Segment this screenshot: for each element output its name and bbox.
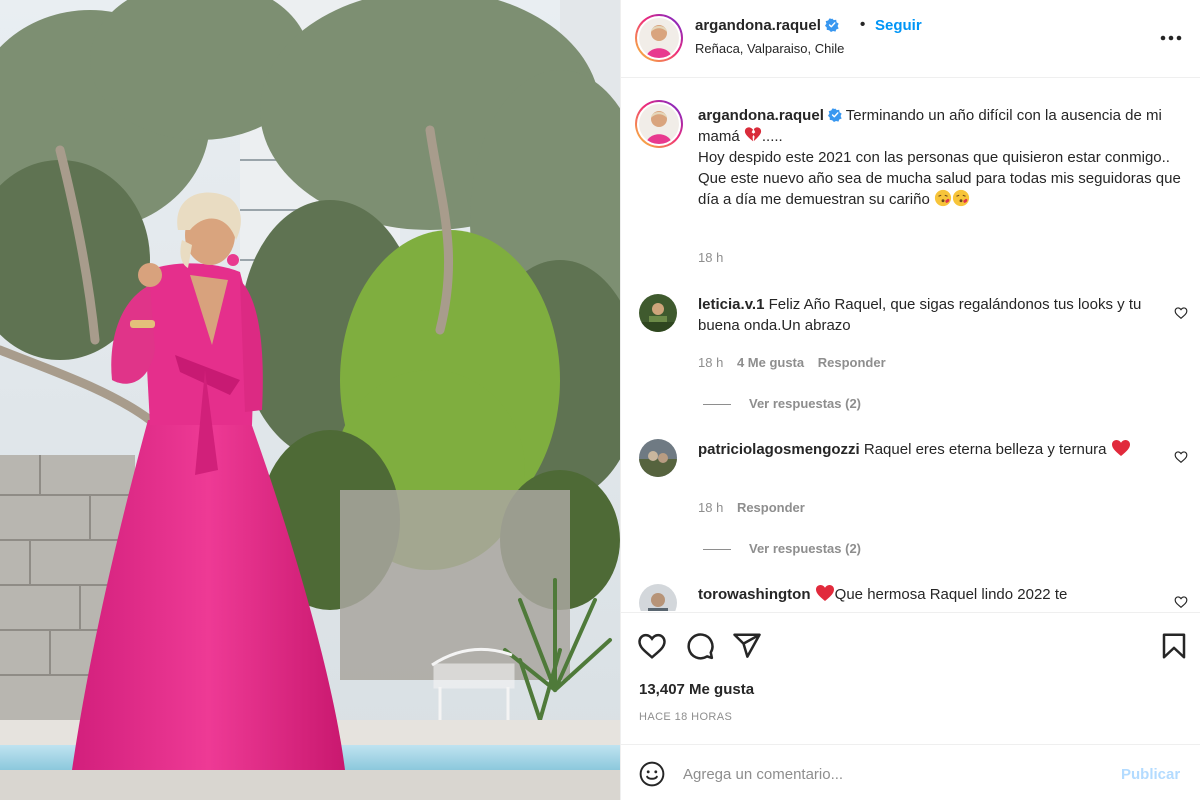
comment-time[interactable]: 18 h	[698, 355, 723, 370]
red-heart-icon	[815, 585, 834, 601]
post-actions: 13,407 Me gusta HACE 18 HORAS	[621, 612, 1200, 744]
reply-button[interactable]: Responder	[737, 500, 805, 515]
caption-ellipsis: .....	[761, 128, 783, 145]
kissing-face-icon	[934, 189, 952, 207]
view-replies-button[interactable]: Ver respuestas (2)	[703, 541, 861, 556]
avatar[interactable]	[639, 294, 677, 332]
view-replies-button[interactable]: Ver respuestas (2)	[703, 396, 861, 411]
comment-text: leticia.v.1 Feliz Año Raquel, que sigas …	[698, 294, 1182, 336]
like-comment-icon[interactable]	[1174, 450, 1188, 464]
comment-text: patriciolagosmengozzi Raquel eres eterna…	[698, 439, 1182, 460]
likes-count[interactable]: 13,407 Me gusta	[639, 681, 754, 698]
publish-button[interactable]: Publicar	[1121, 766, 1180, 783]
caption-meta: 18 h	[698, 250, 733, 265]
header-username[interactable]: argandona.raquel	[695, 17, 839, 34]
broken-heart-icon	[744, 127, 761, 142]
replies-divider	[703, 404, 731, 406]
emoji-picker-icon[interactable]	[639, 761, 665, 787]
caption-text: argandona.raquel Terminando un año difíc…	[698, 105, 1182, 210]
more-options-icon[interactable]	[1157, 24, 1185, 52]
red-heart-icon	[1111, 440, 1130, 456]
avatar[interactable]	[639, 584, 677, 611]
avatar[interactable]	[639, 439, 677, 477]
save-bookmark-icon[interactable]	[1159, 631, 1189, 661]
post-photo[interactable]	[0, 0, 620, 800]
caption-line-2: Hoy despido este 2021 con las personas q…	[698, 149, 1170, 166]
comment-text: torowashington Que hermosa Raquel lindo …	[698, 584, 1182, 605]
post-side-panel: argandona.raquel • Seguir Reñaca, Valpar…	[620, 0, 1200, 800]
like-comment-icon[interactable]	[1174, 306, 1188, 320]
comment-time[interactable]: 18 h	[698, 500, 723, 515]
follow-button[interactable]: Seguir	[875, 17, 922, 34]
reply-button[interactable]: Responder	[818, 355, 886, 370]
comment-meta: 18 h Responder	[698, 500, 815, 515]
comment-input[interactable]	[683, 759, 1103, 789]
verified-badge-icon	[827, 108, 842, 122]
comment-meta: 18 h 4 Me gusta Responder	[698, 355, 896, 370]
post-time[interactable]: HACE 18 HORAS	[639, 711, 732, 723]
comment-body: Raquel eres eterna belleza y ternura	[863, 441, 1107, 458]
comment-username[interactable]: leticia.v.1	[698, 296, 764, 313]
comment-body: Que hermosa Raquel lindo 2022 te	[834, 586, 1068, 603]
avatar[interactable]	[637, 102, 681, 146]
replies-divider	[703, 549, 731, 551]
photo-illustration	[0, 0, 620, 800]
view-replies-label: Ver respuestas (2)	[749, 541, 862, 556]
like-icon[interactable]	[637, 631, 667, 661]
caption-username[interactable]: argandona.raquel	[698, 107, 824, 124]
verified-badge-icon	[824, 18, 839, 32]
add-comment-bar: Publicar	[621, 744, 1200, 800]
kissing-face-icon	[952, 189, 970, 207]
share-icon[interactable]	[732, 631, 762, 661]
view-replies-label: Ver respuestas (2)	[749, 396, 862, 411]
avatar[interactable]	[637, 16, 681, 60]
profile-avatar-ring[interactable]	[635, 14, 683, 62]
comment-body: Feliz Año Raquel, que sigas regalándonos…	[698, 296, 1142, 334]
separator-dot: •	[860, 16, 866, 33]
caption-avatar-ring[interactable]	[635, 100, 683, 148]
comment-username[interactable]: torowashington	[698, 586, 811, 603]
comment-icon[interactable]	[685, 631, 715, 661]
comment-likes[interactable]: 4 Me gusta	[737, 355, 804, 370]
location-link[interactable]: Reñaca, Valparaiso, Chile	[695, 41, 844, 56]
like-comment-icon[interactable]	[1174, 595, 1188, 609]
comments-list[interactable]: argandona.raquel Terminando un año difíc…	[621, 79, 1200, 611]
caption-time[interactable]: 18 h	[698, 250, 723, 265]
comment-username[interactable]: patriciolagosmengozzi	[698, 441, 860, 458]
post-header: argandona.raquel • Seguir Reñaca, Valpar…	[621, 0, 1200, 78]
